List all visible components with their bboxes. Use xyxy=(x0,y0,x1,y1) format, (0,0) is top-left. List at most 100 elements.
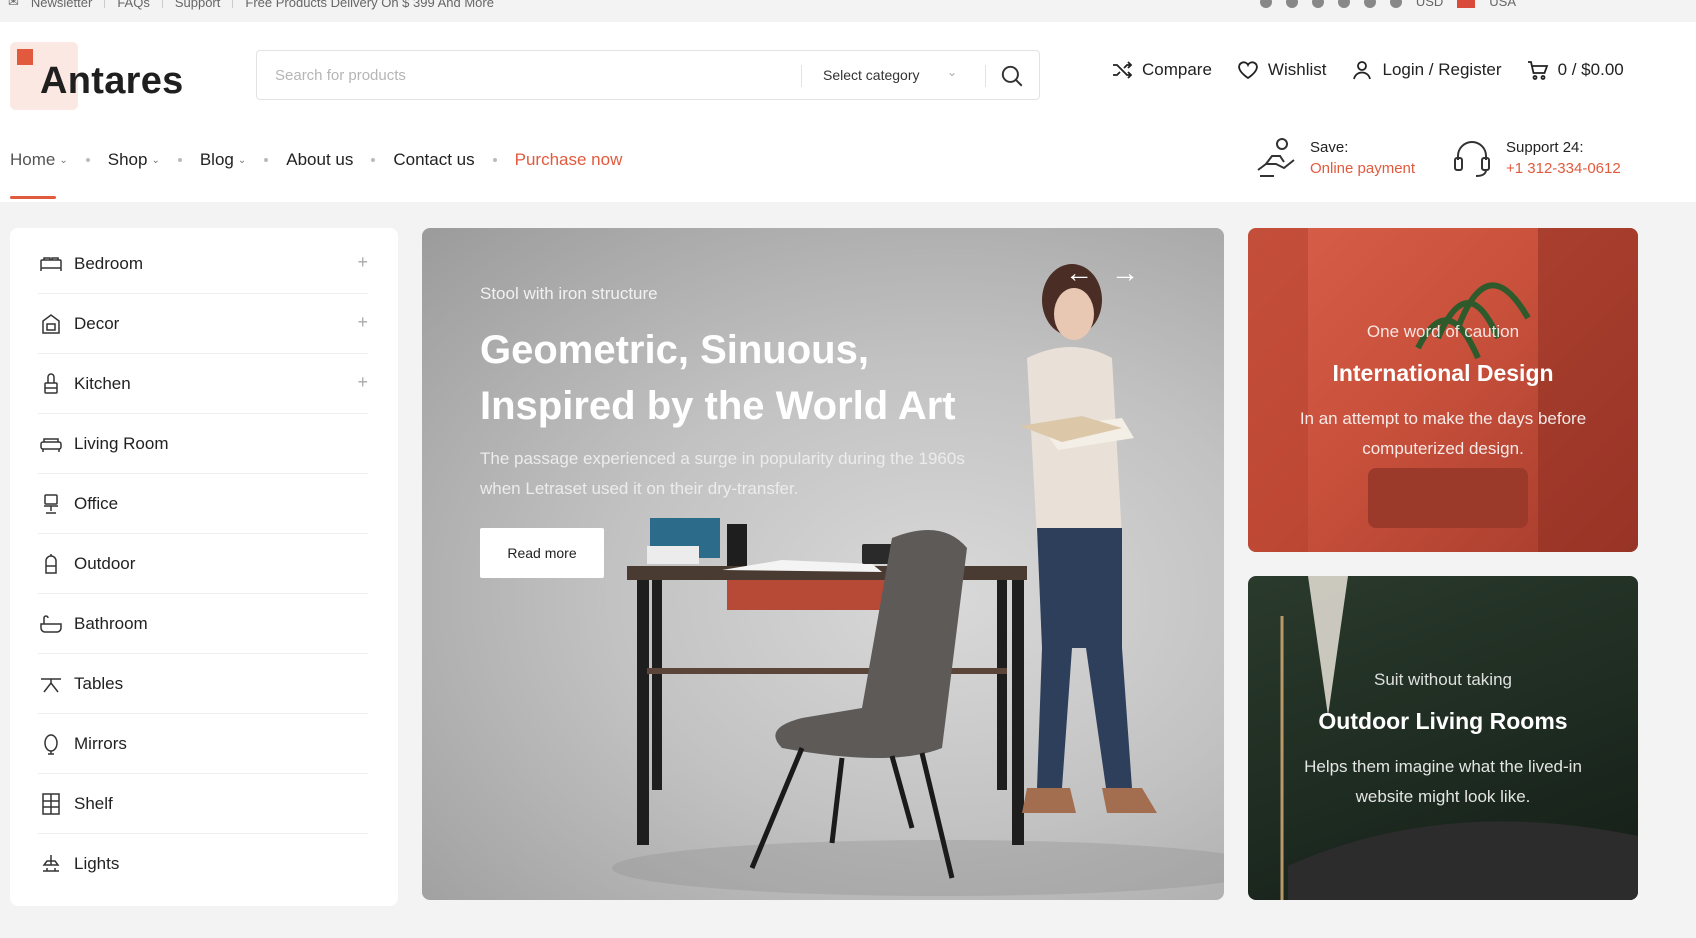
hero-title: Geometric, Sinuous, Inspired by the Worl… xyxy=(480,328,956,428)
nav-home[interactable]: Home ⌄ xyxy=(10,150,68,170)
nav-about[interactable]: About us xyxy=(286,150,353,170)
nav-home-label: Home xyxy=(10,150,56,169)
kitchen-icon xyxy=(44,372,58,394)
expand-icon[interactable]: + xyxy=(357,312,368,333)
category-item-office[interactable]: Office xyxy=(38,474,368,534)
expand-icon[interactable]: + xyxy=(357,372,368,393)
compare-label: Compare xyxy=(1142,60,1212,79)
nav-blog-label: Blog xyxy=(199,150,234,169)
promo-image xyxy=(1248,228,1638,552)
chevron-down-icon: ⌄ xyxy=(237,154,247,166)
flag-icon xyxy=(1457,0,1476,8)
outdoor-icon xyxy=(45,553,57,574)
bathtub-icon xyxy=(40,614,62,633)
lamp-icon xyxy=(42,855,60,872)
category-label: Lights xyxy=(74,854,120,873)
category-item-kitchen[interactable]: Kitchen + xyxy=(38,354,368,414)
header-actions: Compare Wishlist Login / Register 0 / $0… xyxy=(1110,58,1624,82)
nav-separator xyxy=(371,158,376,162)
chevron-down-icon: ⌄ xyxy=(151,154,160,166)
divider xyxy=(161,0,163,8)
nav-separator xyxy=(85,158,90,162)
nav-about-label: About us xyxy=(286,150,354,169)
save-info: Save: Online payment xyxy=(1252,134,1415,182)
hero-description: The passage experienced a surge in popul… xyxy=(480,449,965,498)
category-item-lights[interactable]: Lights xyxy=(38,834,368,894)
category-item-bedroom[interactable]: Bedroom + xyxy=(38,234,368,294)
category-label: Tables xyxy=(74,673,124,693)
category-label: Kitchen xyxy=(74,373,131,393)
category-select[interactable]: Select category xyxy=(823,67,920,83)
vimeo-icon[interactable] xyxy=(1363,0,1376,8)
promo-pre: Suit without taking xyxy=(1374,670,1512,689)
pinterest-icon[interactable] xyxy=(1311,0,1324,8)
main-nav: Home ⌄ Shop ⌄ Blog ⌄ About us Contact us… xyxy=(10,150,622,170)
nav-shop-label: Shop xyxy=(107,150,148,169)
search-icon[interactable] xyxy=(999,63,1025,89)
top-bar: ✉ Newsletter FAQs Support Free Products … xyxy=(0,0,1696,22)
wishlist-button[interactable]: Wishlist xyxy=(1236,58,1326,82)
read-more-button[interactable]: Read more xyxy=(480,528,604,578)
country-select[interactable]: USA xyxy=(1489,0,1516,9)
login-button[interactable]: Login / Register xyxy=(1350,58,1502,82)
search-input[interactable]: Search for products xyxy=(275,67,406,84)
logo-square xyxy=(17,49,33,65)
category-label: Decor xyxy=(74,313,120,333)
category-sidebar: Bedroom + Decor + Kitchen + Living Room … xyxy=(10,228,398,906)
support-info: Support 24: +1 312-334-0612 xyxy=(1448,134,1621,182)
category-item-living-room[interactable]: Living Room xyxy=(38,414,368,474)
nav-blog[interactable]: Blog ⌄ xyxy=(200,150,246,170)
support-phone[interactable]: +1 312-334-0612 xyxy=(1506,160,1621,177)
category-item-tables[interactable]: Tables xyxy=(38,654,368,714)
promo-text: Free Products Delivery On $ 399 And More xyxy=(245,0,494,10)
category-item-outdoor[interactable]: Outdoor xyxy=(38,534,368,594)
mirror-icon xyxy=(44,733,58,755)
arrow-left-icon[interactable]: ← xyxy=(1064,258,1094,288)
promo-card-international-design[interactable]: One word of caution International Design… xyxy=(1248,228,1638,552)
support-link[interactable]: Support xyxy=(175,0,221,10)
cart-icon xyxy=(1527,61,1548,80)
category-label: Shelf xyxy=(74,793,113,813)
promo-title: Outdoor Living Rooms xyxy=(1318,708,1568,734)
newsletter-link[interactable]: Newsletter xyxy=(31,0,92,10)
instagram-icon[interactable] xyxy=(1285,0,1298,8)
category-item-bathroom[interactable]: Bathroom xyxy=(38,594,368,654)
cart-total: 0 / $0.00 xyxy=(1557,60,1624,79)
save-value: Online payment xyxy=(1310,160,1416,177)
headset-icon xyxy=(1454,141,1490,177)
promo-title: International Design xyxy=(1332,360,1554,386)
currency-select[interactable]: USD xyxy=(1416,0,1443,9)
expand-icon[interactable]: + xyxy=(357,252,368,273)
twitter-icon[interactable] xyxy=(1337,0,1350,8)
category-item-decor[interactable]: Decor + xyxy=(38,294,368,354)
nav-contact[interactable]: Contact us xyxy=(393,150,474,170)
compare-button[interactable]: Compare xyxy=(1110,58,1212,82)
nav-contact-label: Contact us xyxy=(393,150,475,169)
nav-separator xyxy=(177,158,182,162)
divider xyxy=(104,0,106,8)
promo-image xyxy=(1280,576,1638,900)
login-label: Login / Register xyxy=(1382,60,1502,79)
shelf-icon xyxy=(42,792,60,815)
nav-shop[interactable]: Shop ⌄ xyxy=(108,150,160,170)
hero-subtitle: Stool with iron structure xyxy=(480,284,658,303)
arrow-right-icon[interactable]: → xyxy=(1110,258,1140,288)
faqs-link[interactable]: FAQs xyxy=(117,0,150,10)
promo-text: In an attempt to make the days before co… xyxy=(1299,409,1587,458)
facebook-icon[interactable] xyxy=(1259,0,1272,8)
nav-purchase[interactable]: Purchase now xyxy=(515,150,623,170)
promo-card-outdoor-living[interactable]: Suit without taking Outdoor Living Rooms… xyxy=(1248,576,1638,900)
heart-icon xyxy=(1238,61,1258,80)
hero-slider: ← → Stool with iron structure Geometric,… xyxy=(422,228,1224,900)
cart-button[interactable]: 0 / $0.00 xyxy=(1526,58,1624,82)
logo-text[interactable]: Antares xyxy=(40,60,184,103)
office-chair-icon xyxy=(44,493,58,514)
category-item-shelf[interactable]: Shelf xyxy=(38,774,368,834)
category-label: Bathroom xyxy=(74,613,148,633)
youtube-icon[interactable] xyxy=(1389,0,1402,8)
nav-separator xyxy=(492,158,497,162)
decor-icon xyxy=(42,313,60,334)
category-item-mirrors[interactable]: Mirrors xyxy=(38,714,368,774)
promo-text: Helps them imagine what the lived-in web… xyxy=(1304,757,1582,806)
shuffle-icon xyxy=(1113,61,1133,79)
